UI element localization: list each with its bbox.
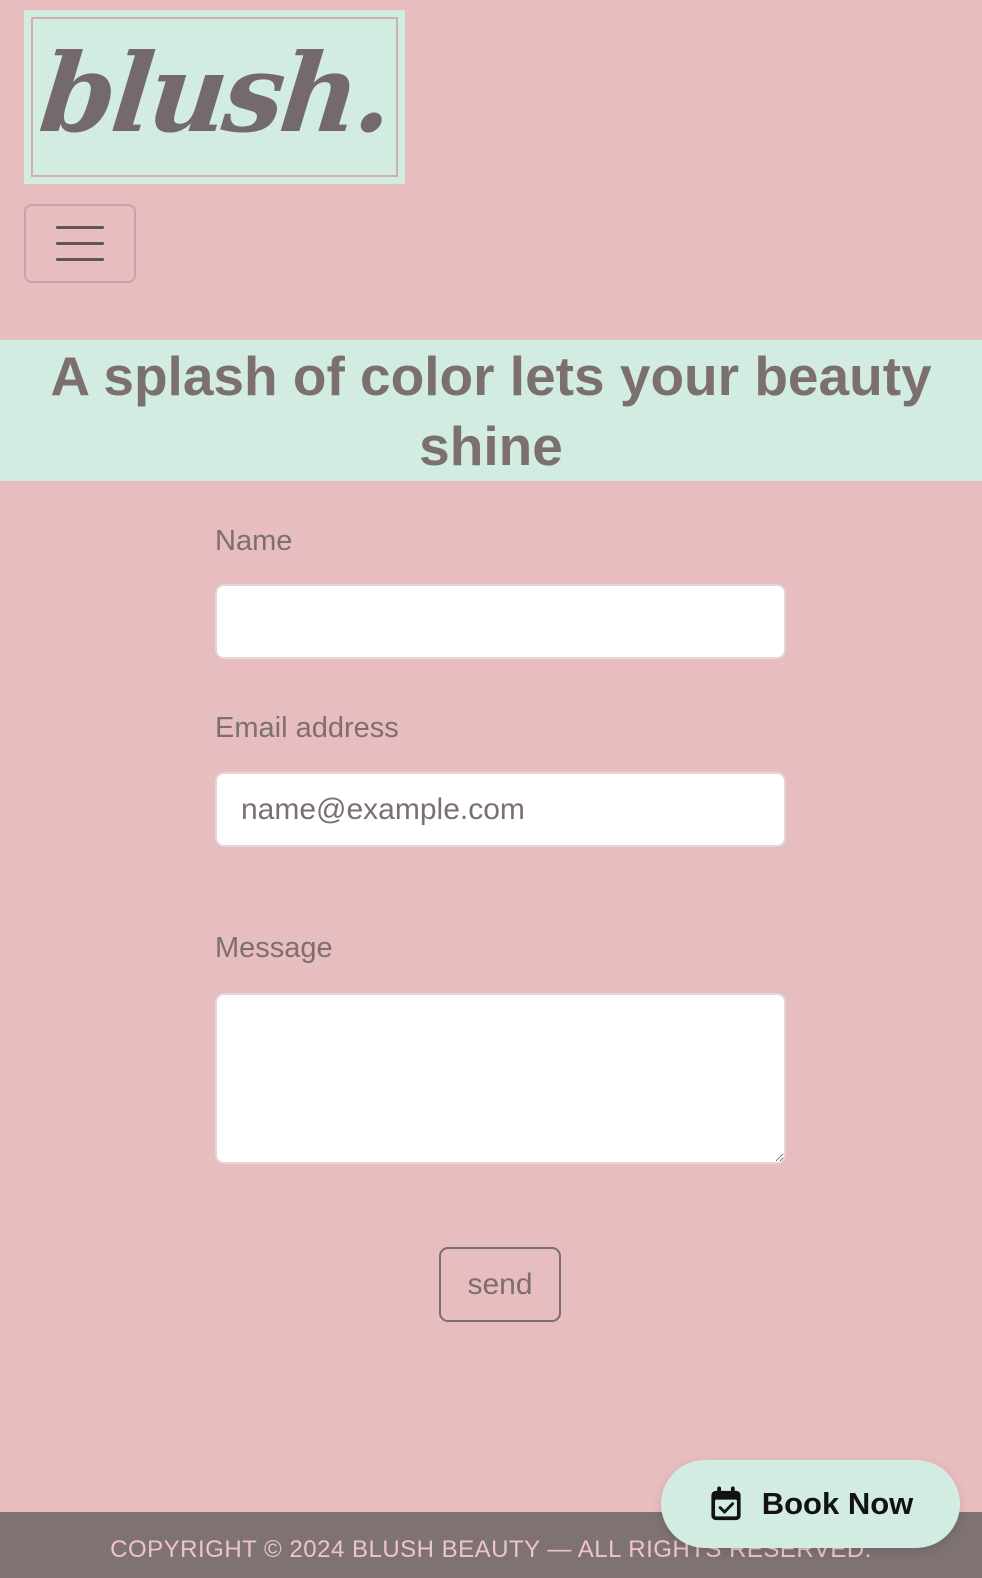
name-input[interactable] [215,584,786,659]
book-now-label: Book Now [761,1486,914,1521]
name-label: Name [215,525,293,557]
brand-logo[interactable]: blush. [24,10,405,184]
message-textarea[interactable] [215,993,786,1164]
logo-frame: blush. [31,17,398,177]
hamburger-menu-icon-bar [56,226,104,229]
calendar-check-icon [711,1486,741,1521]
message-label: Message [215,932,333,964]
hamburger-menu-icon-bar [56,258,104,261]
hero-banner: A splash of color lets your beauty shine [0,340,982,481]
book-now-button[interactable]: Book Now [661,1460,960,1548]
hamburger-menu-button[interactable] [24,204,136,283]
send-button[interactable]: send [439,1247,561,1322]
email-input[interactable] [215,772,786,847]
banner-headline: A splash of color lets your beauty shine [50,344,932,477]
hamburger-menu-icon-bar [56,242,104,245]
logo-text: blush. [33,31,396,157]
page: blush. A splash of color lets your beaut… [0,0,982,1578]
email-label: Email address [215,712,399,744]
